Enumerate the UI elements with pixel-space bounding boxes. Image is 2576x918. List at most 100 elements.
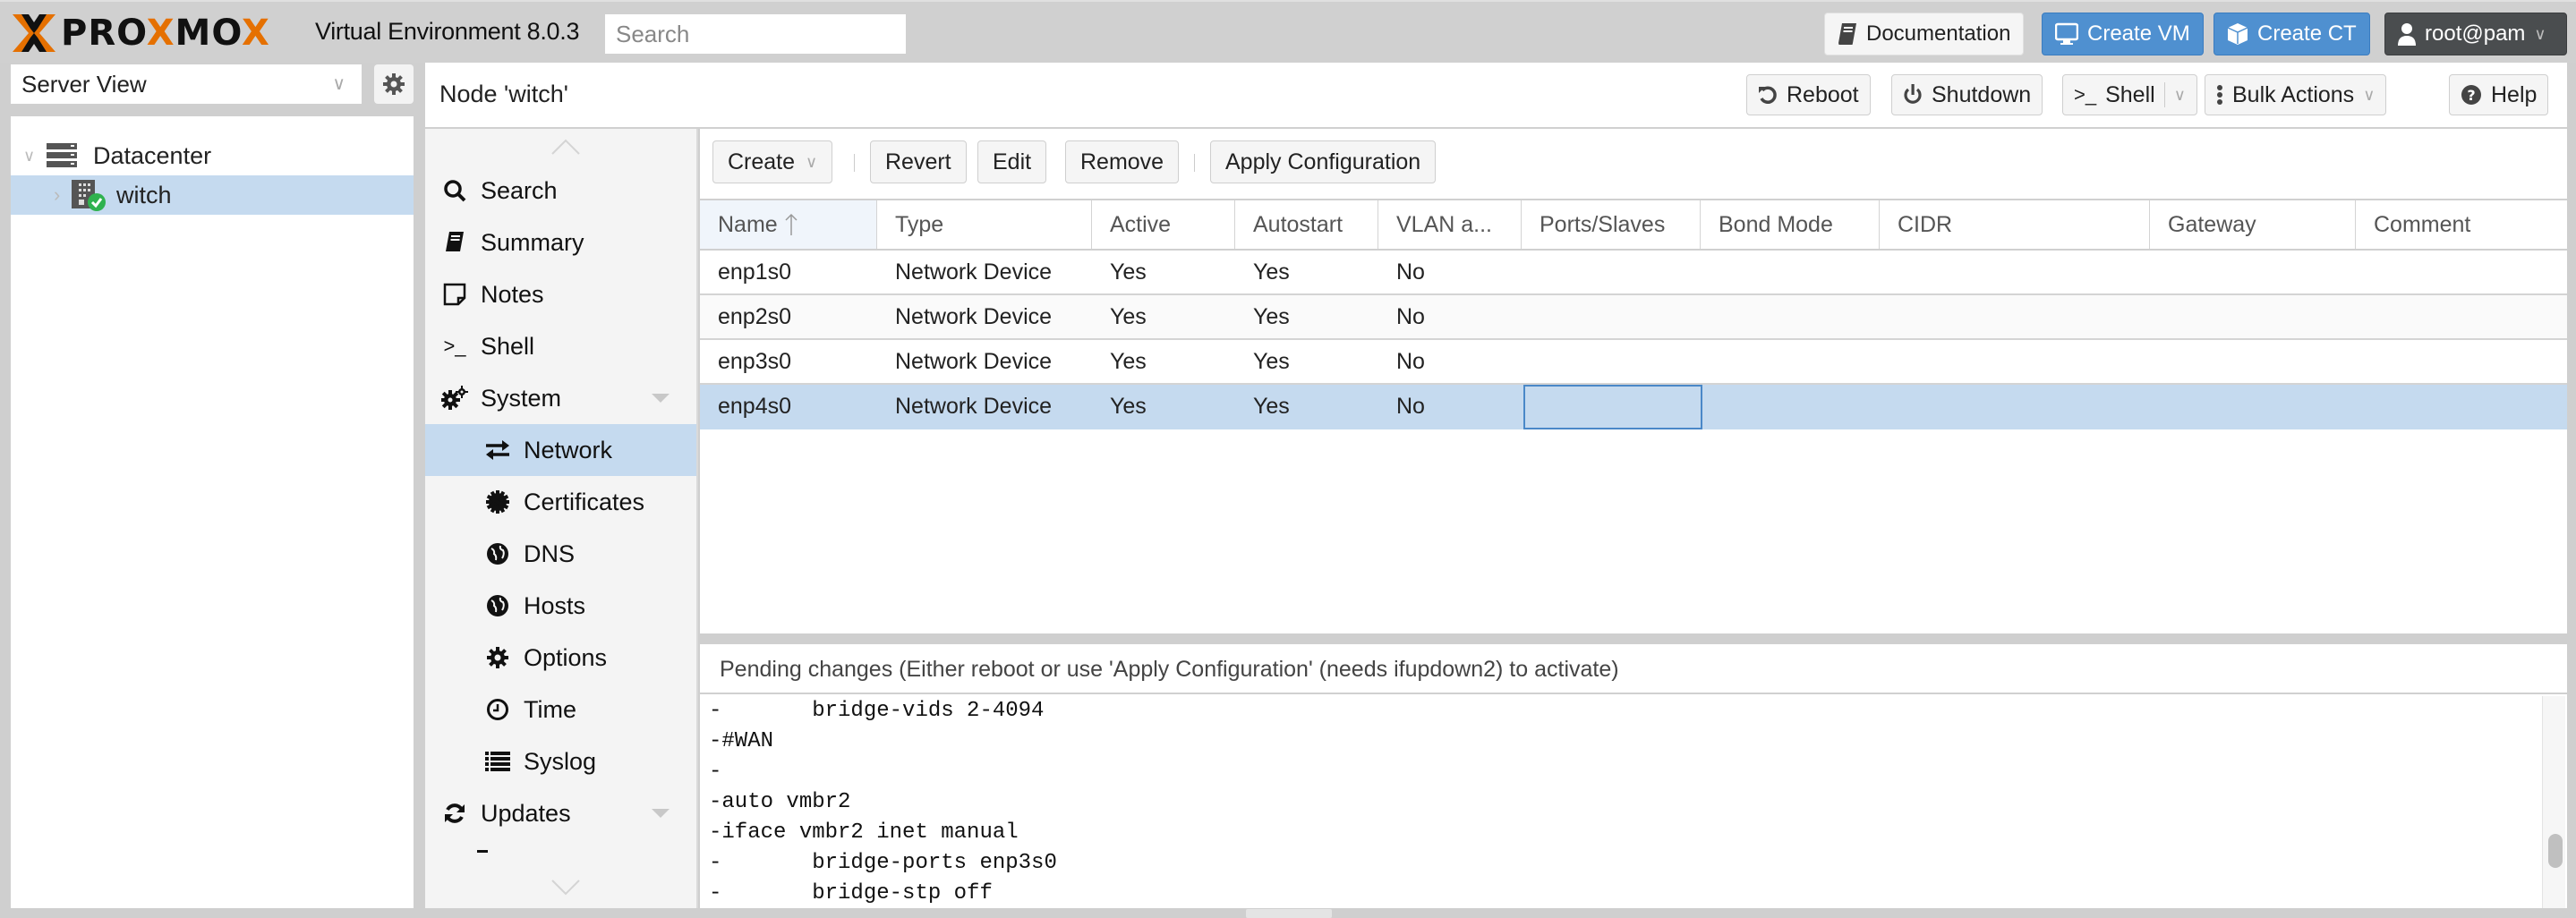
apply-configuration-button[interactable]: Apply Configuration — [1210, 140, 1437, 183]
help-button[interactable]: ? Help — [2449, 74, 2549, 115]
nav-item-system[interactable]: System — [425, 372, 696, 424]
nav-item-label: Hosts — [524, 591, 586, 619]
nav-item-shell[interactable]: >_ Shell — [425, 320, 696, 372]
nav-item-updates[interactable]: Updates — [425, 787, 696, 839]
reboot-button[interactable]: Reboot — [1746, 74, 1871, 115]
nav-item-label: System — [481, 384, 562, 412]
documentation-button[interactable]: Documentation — [1824, 13, 2025, 55]
shell-button[interactable]: >_ Shell ∨ — [2062, 74, 2197, 115]
remove-button[interactable]: Remove — [1065, 140, 1180, 183]
chevron-right-icon[interactable]: › — [54, 183, 68, 207]
column-label: Gateway — [2168, 211, 2256, 237]
column-header-name[interactable]: Name — [700, 200, 877, 249]
help-label: Help — [2491, 81, 2538, 107]
gear-icon — [383, 73, 405, 95]
tree-settings-button[interactable] — [374, 64, 414, 104]
tree-item-label: Datacenter — [93, 141, 212, 169]
table-row[interactable]: enp3s0 Network Device Yes Yes No — [700, 340, 2567, 385]
column-label: Type — [895, 211, 944, 237]
exchange-icon — [482, 439, 513, 461]
nav-item-label: DNS — [524, 540, 576, 567]
cell-vlan-aware: No — [1396, 393, 1425, 419]
pending-scrollbar[interactable] — [2542, 696, 2565, 908]
create-vm-button[interactable]: Create VM — [2042, 13, 2204, 55]
nav-item-network[interactable]: Network — [425, 424, 696, 476]
cell-name: enp2s0 — [718, 303, 792, 329]
proxmox-logo[interactable]: PROXMOX — [11, 11, 270, 55]
nav-item-search[interactable]: Search — [425, 165, 696, 217]
globe-icon — [482, 594, 513, 617]
nav-item-notes[interactable]: Notes — [425, 268, 696, 320]
toolbar-separator — [854, 154, 855, 172]
nav-item-hosts[interactable]: Hosts — [425, 580, 696, 632]
nav-item-summary[interactable]: Summary — [425, 217, 696, 268]
focused-cell-ports-slaves[interactable] — [1523, 385, 1702, 429]
grid-toolbar: Create ∨ Revert Edit Remove Apply Config… — [700, 129, 2567, 200]
nav-item-options[interactable]: Options — [425, 632, 696, 684]
nav-item-time[interactable]: Time — [425, 684, 696, 735]
column-header-ports-slaves[interactable]: Ports/Slaves — [1522, 200, 1701, 249]
column-header-vlan-aware[interactable]: VLAN a... — [1378, 200, 1522, 249]
chevron-down-icon: ∨ — [332, 74, 345, 94]
global-search-input[interactable] — [605, 14, 906, 54]
list-icon — [482, 751, 513, 772]
cell-type: Network Device — [895, 348, 1053, 374]
column-label: Active — [1110, 211, 1172, 237]
create-label: Create — [728, 149, 796, 174]
column-label: VLAN a... — [1396, 211, 1492, 237]
proxmox-x-icon — [13, 14, 55, 52]
table-row[interactable]: enp2s0 Network Device Yes Yes No — [700, 295, 2567, 340]
tree-item-datacenter[interactable]: ∨ Datacenter — [11, 136, 414, 175]
column-header-autostart[interactable]: Autostart — [1235, 200, 1378, 249]
chevron-down-icon[interactable]: ∨ — [2174, 86, 2186, 105]
reboot-label: Reboot — [1787, 81, 1859, 107]
column-header-bond-mode[interactable]: Bond Mode — [1701, 200, 1880, 249]
gears-icon — [439, 386, 470, 411]
caret-down-icon[interactable] — [652, 809, 670, 818]
nav-item-dns[interactable]: DNS — [425, 528, 696, 580]
cell-autostart: Yes — [1253, 259, 1290, 285]
view-selector-value: Server View — [21, 71, 147, 98]
revert-button[interactable]: Revert — [870, 140, 967, 183]
column-label: CIDR — [1898, 211, 1953, 237]
column-header-active[interactable]: Active — [1092, 200, 1235, 249]
network-grid-panel: Create ∨ Revert Edit Remove Apply Config… — [700, 129, 2567, 633]
tree-item-witch[interactable]: › witch — [11, 175, 414, 215]
scroll-up-icon[interactable] — [550, 138, 581, 156]
nav-item-certificates[interactable]: Certificates — [425, 476, 696, 528]
undo-icon — [1759, 86, 1777, 104]
edit-button[interactable]: Edit — [977, 140, 1047, 183]
column-header-comment[interactable]: Comment — [2356, 200, 2567, 249]
table-row-selected[interactable]: enp4s0 Network Device Yes Yes No — [700, 385, 2567, 429]
table-row[interactable]: enp1s0 Network Device Yes Yes No — [700, 251, 2567, 295]
scrollbar-thumb[interactable] — [2548, 834, 2563, 868]
node-header: Node 'witch' Reboot Shutdown >_ Shell ∨ … — [425, 63, 2567, 129]
create-button[interactable]: Create ∨ — [712, 140, 833, 183]
monitor-icon — [2055, 22, 2078, 45]
column-label: Ports/Slaves — [1540, 211, 1666, 237]
bulk-actions-button[interactable]: Bulk Actions ∨ — [2205, 74, 2387, 115]
column-header-gateway[interactable]: Gateway — [2150, 200, 2356, 249]
page-title: Node 'witch' — [439, 81, 568, 107]
cell-vlan-aware: No — [1396, 303, 1425, 329]
shutdown-button[interactable]: Shutdown — [1891, 74, 2043, 115]
node-online-icon — [72, 180, 107, 211]
pending-changes-title: Pending changes (Either reboot or use 'A… — [700, 644, 2567, 694]
create-ct-button[interactable]: Create CT — [2213, 13, 2370, 55]
chevron-down-icon: ∨ — [2363, 85, 2376, 104]
cell-autostart: Yes — [1253, 303, 1290, 329]
view-selector[interactable]: Server View ∨ — [11, 64, 362, 104]
remove-label: Remove — [1080, 149, 1164, 174]
splitter-handle[interactable] — [1246, 909, 1332, 918]
caret-down-icon[interactable] — [652, 394, 670, 403]
chevron-down-icon[interactable]: ∨ — [23, 147, 41, 166]
svg-text:?: ? — [2467, 87, 2475, 104]
brand-x: X — [241, 13, 270, 54]
scroll-down-icon[interactable] — [550, 879, 581, 897]
column-header-cidr[interactable]: CIDR — [1880, 200, 2150, 249]
column-header-type[interactable]: Type — [877, 200, 1092, 249]
nav-item-syslog[interactable]: Syslog — [425, 735, 696, 787]
cell-autostart: Yes — [1253, 393, 1290, 419]
nav-item-label: Search — [481, 176, 558, 204]
user-menu-button[interactable]: root@pam ∨ — [2384, 13, 2567, 55]
